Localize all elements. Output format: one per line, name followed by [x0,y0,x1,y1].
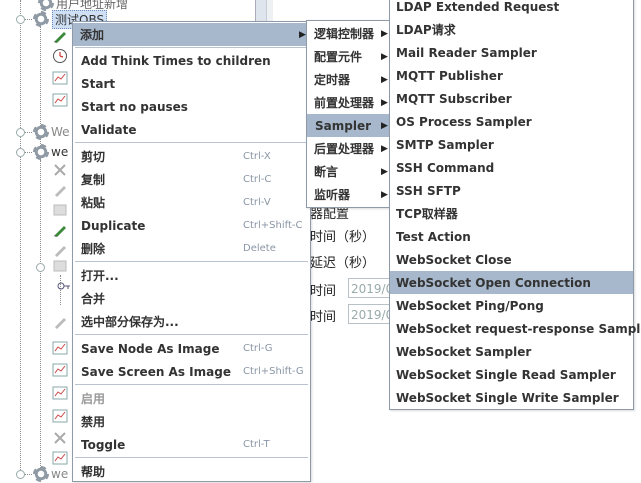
submenu-arrow-icon: ▶ [381,143,388,154]
start-time-field[interactable]: 2019/0 [348,278,390,298]
pencil-icon [52,28,68,44]
form-label: 时间 [310,284,337,299]
menu-item-paste[interactable]: 粘贴 Ctrl-V [73,191,310,214]
key-icon [56,278,72,294]
splitter[interactable] [266,0,273,22]
pencil-icon [52,182,68,198]
disabled-x-icon [52,430,68,446]
listener-icon [52,92,68,108]
submenu-item-listener[interactable]: 监听器 ▶ [307,183,391,206]
menu-item-toggle[interactable]: Toggle Ctrl-T [73,433,310,456]
sampler-item-test-action[interactable]: Test Action [390,225,633,248]
sampler-item-websocket-sampler[interactable]: WebSocket Sampler [390,340,633,363]
menu-item-copy[interactable]: 复制 Ctrl-C [73,168,310,191]
expand-toggle[interactable] [36,263,45,272]
pencil-icon [52,242,68,258]
thread-group-icon [33,11,49,27]
menu-item-save-screen-as-image[interactable]: Save Screen As Image Ctrl+Shift-G [73,360,310,383]
listener-icon [52,362,68,378]
sampler-item-ssh-sftp[interactable]: SSH SFTP [390,179,633,202]
menu-item-disable[interactable]: 禁用 [73,410,310,433]
menu-item-start-no-pauses[interactable]: Start no pauses [73,95,310,118]
pencil-icon [52,314,68,330]
menu-item-start[interactable]: Start [73,72,310,95]
menu-item-cut[interactable]: 剪切 Ctrl-X [73,145,310,168]
context-menu: 添加 ▶ Add Think Times to children Start S… [72,21,311,482]
submenu-item-post-processor[interactable]: 后置处理器 ▶ [307,137,391,160]
menu-item-validate[interactable]: Validate [73,118,310,141]
listener-icon [52,385,68,401]
listener-icon [52,450,68,466]
sampler-item-ldap-request[interactable]: LDAP请求 [390,18,633,41]
listener-icon [52,70,68,86]
expand-toggle[interactable] [16,148,25,157]
menu-item-save-node-as-image[interactable]: Save Node As Image Ctrl-G [73,337,310,360]
sampler-item-mqtt-publisher[interactable]: MQTT Publisher [390,64,633,87]
sampler-submenu: LDAP Extended Request LDAP请求 Mail Reader… [389,0,641,410]
expand-toggle[interactable] [16,128,25,137]
listener-icon [52,408,68,424]
submenu-item-config-element[interactable]: 配置元件 ▶ [307,45,391,68]
tree-scrollbar[interactable] [255,0,266,22]
submenu-item-pre-processor[interactable]: 前置处理器 ▶ [307,91,391,114]
form-label: 时间 [310,310,337,325]
tree-node-we-2[interactable]: we [33,143,68,161]
sampler-item-websocket-single-read[interactable]: WebSocket Single Read Sampler [390,363,633,386]
sampler-item-os-process[interactable]: OS Process Sampler [390,110,633,133]
menu-item-save-selection-as[interactable]: 选中部分保存为... [73,310,310,333]
submenu-arrow-icon: ▶ [381,51,388,62]
submenu-arrow-icon: ▶ [381,120,388,131]
sampler-item-tcp[interactable]: TCP取样器 [390,202,633,225]
sampler-item-websocket-close[interactable]: WebSocket Close [390,248,633,271]
gear-icon [33,466,49,482]
listener-icon [52,340,68,356]
timer-icon [52,48,68,64]
menu-item-merge[interactable]: 合并 [73,287,310,310]
submenu-arrow-icon: ▶ [381,97,388,108]
submenu-item-sampler[interactable]: Sampler ▶ [307,114,391,137]
expand-toggle[interactable] [16,15,25,24]
menu-item-delete[interactable]: 删除 Delete [73,237,310,260]
sampler-item-ldap-extended[interactable]: LDAP Extended Request [390,0,633,18]
tree-node-we-3[interactable]: we [33,465,68,483]
disabled-block-icon [52,258,68,274]
menu-item-enable: 启用 [81,392,106,406]
sampler-item-websocket-single-write[interactable]: WebSocket Single Write Sampler [390,386,633,409]
tree-node-we-1[interactable]: We [33,123,70,141]
sampler-item-ssh-command[interactable]: SSH Command [390,156,633,179]
submenu-item-assertion[interactable]: 断言 ▶ [307,160,391,183]
submenu-arrow-icon: ▶ [381,166,388,177]
end-time-field[interactable]: 2019/0 [348,304,390,324]
submenu-arrow-icon: ▶ [381,74,388,85]
submenu-item-timer[interactable]: 定时器 ▶ [307,68,391,91]
sampler-item-mqtt-subscriber[interactable]: MQTT Subscriber [390,87,633,110]
form-label: 延迟（秒） [310,256,376,271]
expand-toggle[interactable] [16,470,25,479]
menu-item-add[interactable]: 添加 ▶ [73,23,310,46]
form-label: 时间（秒） [310,230,376,245]
submenu-arrow-icon: ▶ [299,29,306,40]
gear-icon [33,144,49,160]
sampler-item-websocket-request-response[interactable]: WebSocket request-response Sampler [390,317,641,340]
add-submenu: 逻辑控制器 ▶ 配置元件 ▶ 定时器 ▶ 前置处理器 ▶ Sampler ▶ 后… [306,20,392,208]
submenu-arrow-icon: ▶ [381,189,388,200]
submenu-arrow-icon: ▶ [381,28,388,39]
menu-item-duplicate[interactable]: Duplicate Ctrl+Shift-C [73,214,310,237]
menu-item-open[interactable]: 打开... [73,264,310,287]
gear-icon [33,124,49,140]
sampler-item-smtp[interactable]: SMTP Sampler [390,133,633,156]
menu-item-add-think-times[interactable]: Add Think Times to children [73,49,310,72]
pencil-icon [52,222,68,238]
submenu-item-logic-controller[interactable]: 逻辑控制器 ▶ [307,22,391,45]
sampler-item-mail-reader[interactable]: Mail Reader Sampler [390,41,633,64]
disabled-x-icon [52,162,68,178]
sampler-item-websocket-open-connection[interactable]: WebSocket Open Connection [390,271,633,294]
disabled-block-icon [52,202,68,218]
menu-item-help[interactable]: 帮助 [73,460,310,483]
sampler-item-websocket-ping-pong[interactable]: WebSocket Ping/Pong [390,294,633,317]
